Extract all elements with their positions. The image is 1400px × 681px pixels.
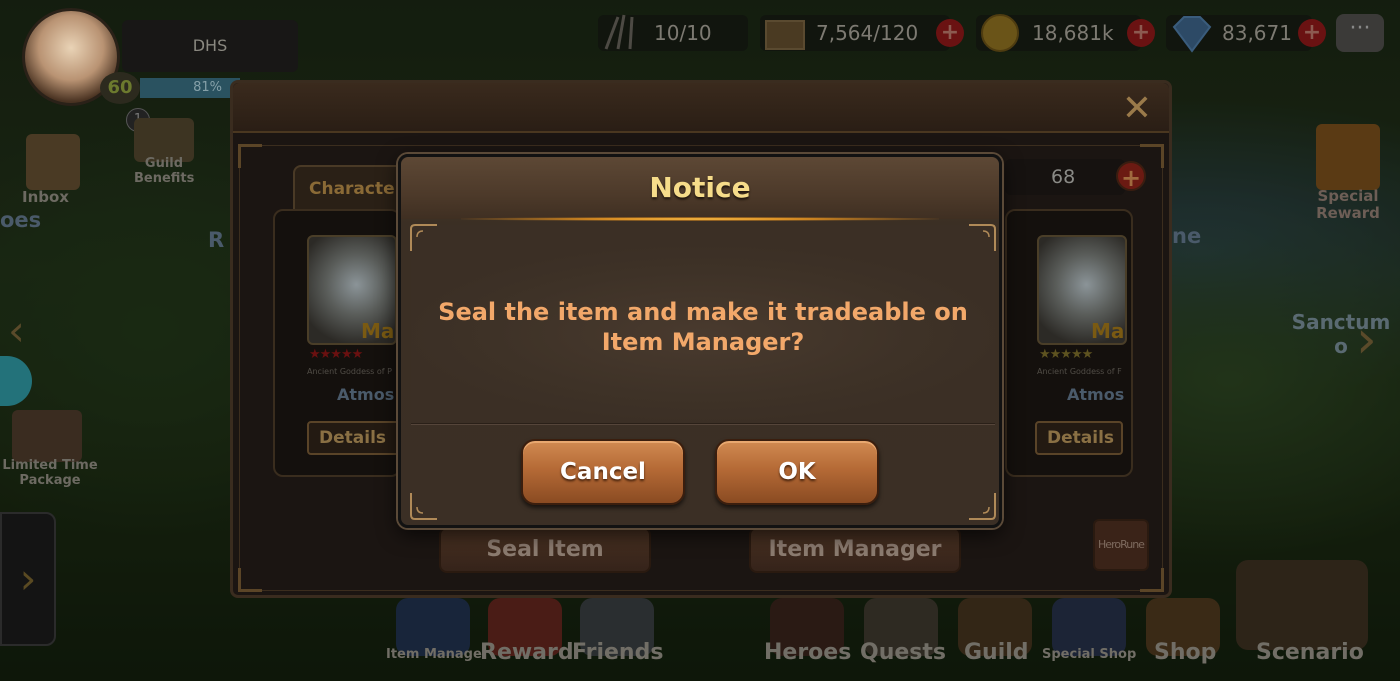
- dialog-title: Notice: [649, 171, 751, 204]
- ok-button[interactable]: OK: [715, 439, 879, 505]
- left-card-stars: ★★★★★: [309, 347, 363, 362]
- frame-corner: [238, 144, 262, 168]
- right-card-name: Atmos: [1067, 385, 1125, 404]
- nav-scenario[interactable]: Scenario: [1256, 640, 1364, 665]
- stamina-counter: 10/10: [598, 14, 748, 51]
- panel-header: ✕: [233, 83, 1169, 133]
- ornament-corner-icon: [409, 491, 439, 521]
- add-gold-button[interactable]: +: [1127, 19, 1155, 47]
- player-name: DHS: [122, 20, 298, 72]
- diamond-icon: [1166, 9, 1216, 57]
- herorune-button[interactable]: HeroRune: [1093, 519, 1149, 571]
- message-area: Seal the item and make it tradeable on I…: [411, 225, 995, 423]
- nav-shop[interactable]: Shop: [1154, 640, 1216, 665]
- notice-dialog: Notice Seal the item and make it tradeab…: [398, 154, 1002, 528]
- inbox-icon[interactable]: [26, 134, 80, 190]
- nav-quests[interactable]: Quests: [860, 640, 946, 665]
- r-label-partial: R: [208, 228, 225, 252]
- right-card-stars: ★★★★★: [1039, 347, 1093, 362]
- frame-corner: [238, 568, 262, 592]
- add-slots-button[interactable]: +: [1116, 161, 1146, 192]
- left-card-name: Atmos: [337, 385, 395, 404]
- frame-corner: [1140, 144, 1164, 168]
- gems-counter: 83,671 +: [1166, 15, 1326, 53]
- stamina-value: 10/10: [654, 21, 712, 45]
- message-line-2: Item Manager?: [601, 328, 805, 356]
- frame-corner: [1140, 568, 1164, 592]
- add-tokens-button[interactable]: +: [936, 19, 964, 47]
- left-card-tag: Ma: [361, 319, 395, 343]
- right-card-subtitle: Ancient Goddess of F: [1037, 367, 1122, 376]
- dialog-divider: [411, 423, 995, 425]
- sanctum-label-partial: Sanctum o: [1291, 310, 1391, 358]
- limited-time-label[interactable]: Limited Time Package: [0, 458, 100, 488]
- seal-item-button[interactable]: Seal Item: [439, 527, 651, 573]
- gold-value: 18,681k: [1032, 21, 1114, 45]
- ornament-corner-icon: [967, 223, 997, 253]
- item-count: 68: [1005, 159, 1125, 195]
- tokens-value: 7,564/120: [816, 21, 919, 45]
- scenario-map-icon[interactable]: [1236, 560, 1368, 650]
- gold-coin-icon: [976, 9, 1026, 57]
- ornament-corner-icon: [409, 223, 439, 253]
- nav-heroes[interactable]: Heroes: [764, 640, 851, 665]
- nav-item-manager[interactable]: Item Manager: [386, 647, 488, 662]
- cancel-button[interactable]: Cancel: [521, 439, 685, 505]
- right-details-button[interactable]: Details: [1035, 421, 1123, 455]
- special-reward-label[interactable]: Special Reward: [1306, 188, 1390, 222]
- dialog-message: Seal the item and make it tradeable on I…: [431, 297, 975, 357]
- ornament-corner-icon: [967, 491, 997, 521]
- player-level: 60: [100, 72, 140, 104]
- dialog-header: Notice: [401, 157, 999, 221]
- left-card-subtitle: Ancient Goddess of P: [307, 367, 392, 376]
- ne-label-partial: ne: [1172, 224, 1202, 248]
- message-line-1: Seal the item and make it tradeable on: [438, 298, 968, 326]
- left-details-button[interactable]: Details: [307, 421, 403, 455]
- heroes-label-partial: oes: [0, 208, 42, 232]
- expand-menu-button[interactable]: ›: [0, 512, 56, 646]
- gold-counter: 18,681k +: [976, 14, 1155, 52]
- gems-value: 83,671: [1222, 21, 1292, 45]
- nav-special-shop[interactable]: Special Shop: [1042, 647, 1136, 662]
- close-icon[interactable]: ✕: [1117, 89, 1157, 129]
- chat-icon[interactable]: ···: [1336, 14, 1384, 52]
- inbox-label[interactable]: Inbox: [22, 188, 69, 206]
- nav-guild[interactable]: Guild: [964, 640, 1029, 665]
- dialog-body: Seal the item and make it tradeable on I…: [409, 223, 997, 521]
- left-arrow-icon[interactable]: ‹: [8, 306, 25, 355]
- item-manager-button[interactable]: Item Manager: [749, 527, 961, 573]
- right-arrow-icon[interactable]: ›: [1356, 310, 1377, 370]
- nav-friends[interactable]: Friends: [572, 640, 663, 665]
- arrows-icon: [598, 9, 648, 57]
- nav-reward[interactable]: Reward: [480, 640, 574, 665]
- tokens-counter: 7,564/120 +: [760, 15, 964, 51]
- ticket-icon: [760, 9, 810, 57]
- gift-icon[interactable]: [1316, 124, 1380, 190]
- exp-bar: 81%: [140, 78, 240, 98]
- limited-package-icon[interactable]: [12, 410, 82, 462]
- right-card-tag: Ma: [1091, 319, 1125, 343]
- add-gems-button[interactable]: +: [1298, 19, 1326, 47]
- guild-benefits-label[interactable]: Guild Benefits: [134, 156, 194, 186]
